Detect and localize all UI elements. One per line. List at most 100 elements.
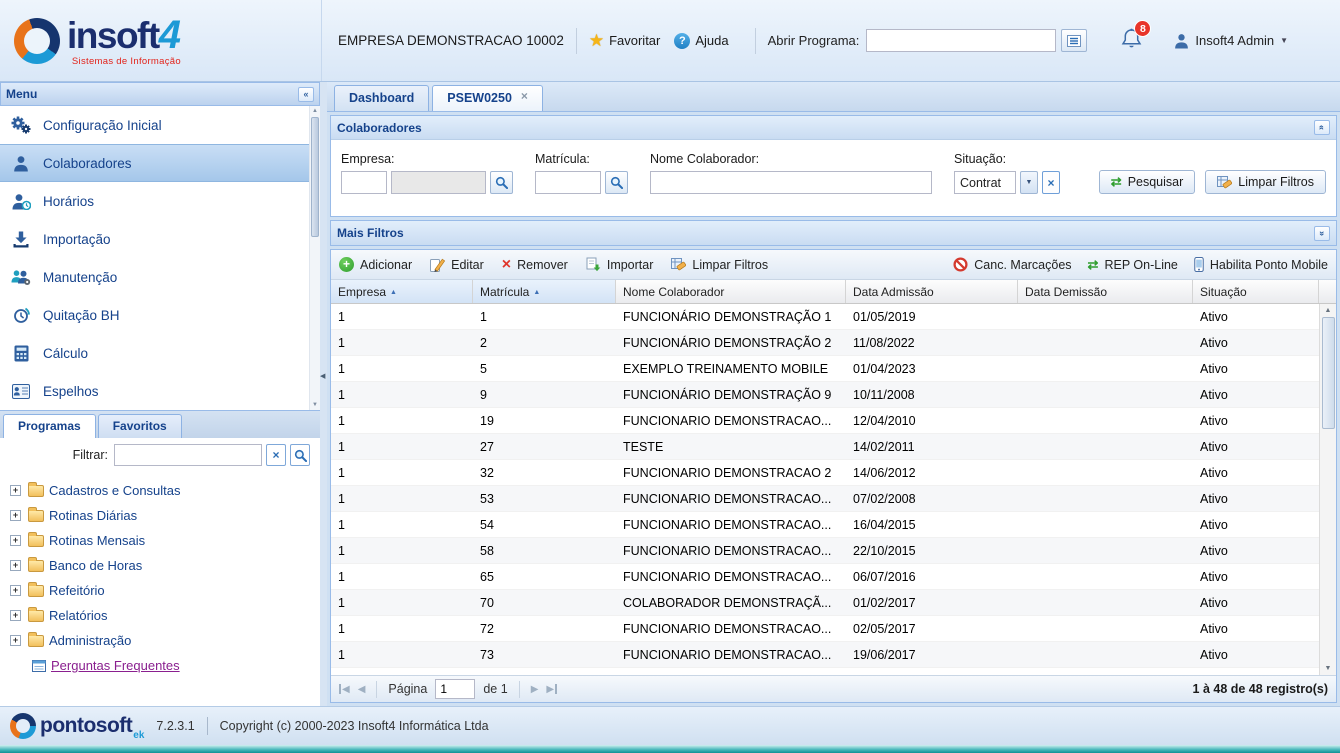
cell-situacao: Ativo	[1193, 460, 1319, 485]
scroll-down-icon[interactable]: ▼	[312, 402, 318, 408]
situacao-dropdown-button[interactable]: ▼	[1020, 171, 1038, 194]
help-button[interactable]: ? Ajuda	[674, 33, 728, 49]
situacao-combo-input[interactable]	[954, 171, 1016, 194]
id-card-icon	[10, 384, 32, 399]
matricula-lookup-button[interactable]	[605, 171, 628, 194]
expand-icon[interactable]: +	[10, 510, 21, 521]
table-row[interactable]: 1 72 FUNCIONARIO DEMONSTRACAO... 02/05/2…	[331, 616, 1319, 642]
expand-icon[interactable]: +	[10, 635, 21, 646]
sidebar-item-configuracao-inicial[interactable]: Configuração Inicial	[0, 106, 320, 144]
editar-button[interactable]: Editar	[430, 257, 484, 272]
column-header-situacao[interactable]: Situação	[1193, 280, 1319, 303]
table-row[interactable]: 1 58 FUNCIONARIO DEMONSTRACAO... 22/10/2…	[331, 538, 1319, 564]
scroll-up-icon[interactable]: ▲	[1325, 307, 1332, 314]
table-row[interactable]: 1 73 FUNCIONARIO DEMONSTRACAO... 19/06/2…	[331, 642, 1319, 668]
table-row[interactable]: 1 9 FUNCIONÁRIO DEMONSTRAÇÃO 9 10/11/200…	[331, 382, 1319, 408]
program-lookup-button[interactable]	[1061, 29, 1087, 52]
expand-icon[interactable]: +	[10, 535, 21, 546]
situacao-clear-button[interactable]: ×	[1042, 171, 1060, 194]
page-number-input[interactable]	[435, 679, 475, 699]
scrollbar-thumb[interactable]	[311, 117, 319, 237]
user-menu-button[interactable]: Insoft4 Admin ▼	[1174, 33, 1288, 49]
table-row[interactable]: 1 53 FUNCIONARIO DEMONSTRACAO... 07/02/2…	[331, 486, 1319, 512]
folder-icon	[28, 510, 44, 522]
grid-scrollbar[interactable]: ▲ ▼	[1319, 304, 1336, 675]
table-row[interactable]: 1 65 FUNCIONARIO DEMONSTRACAO... 06/07/2…	[331, 564, 1319, 590]
tree-item-perguntas-frequentes[interactable]: Perguntas Frequentes	[0, 653, 320, 678]
rep-online-button[interactable]: ⇄ REP On-Line	[1088, 257, 1178, 273]
sidebar-item-horarios[interactable]: Horários	[0, 182, 320, 220]
sidebar-item-manutencao[interactable]: Manutenção	[0, 258, 320, 296]
tree-item-rotinas-diarias[interactable]: + Rotinas Diárias	[0, 503, 320, 528]
column-header-matricula[interactable]: Matrícula ▲	[473, 280, 616, 303]
column-header-data-admissao[interactable]: Data Admissão	[846, 280, 1018, 303]
tree-item-label: Rotinas Diárias	[49, 508, 137, 523]
scroll-down-icon[interactable]: ▼	[1325, 665, 1332, 672]
expand-icon[interactable]: +	[10, 560, 21, 571]
expand-icon[interactable]: +	[10, 610, 21, 621]
adicionar-button[interactable]: + Adicionar	[339, 257, 412, 272]
scroll-up-icon[interactable]: ▲	[312, 108, 318, 114]
tree-item-banco-de-horas[interactable]: + Banco de Horas	[0, 553, 320, 578]
favorite-button[interactable]: ★ Favoritar	[589, 31, 661, 51]
tree-item-cadastros-e-consultas[interactable]: + Cadastros e Consultas	[0, 478, 320, 503]
program-filter-input[interactable]	[114, 444, 262, 466]
collapse-arrow-icon[interactable]: ◀	[320, 372, 325, 380]
table-row[interactable]: 1 2 FUNCIONÁRIO DEMONSTRAÇÃO 2 11/08/202…	[331, 330, 1319, 356]
empresa-lookup-button[interactable]	[490, 171, 513, 194]
clear-filter-button[interactable]: ×	[266, 444, 286, 466]
expand-icon[interactable]: +	[10, 485, 21, 496]
collapse-sidebar-button[interactable]: «	[298, 87, 314, 102]
table-row[interactable]: 1 1 FUNCIONÁRIO DEMONSTRAÇÃO 1 01/05/201…	[331, 304, 1319, 330]
tree-item-administracao[interactable]: + Administração	[0, 628, 320, 653]
sidebar-item-calculo[interactable]: Cálculo	[0, 334, 320, 372]
tab-programas[interactable]: Programas	[3, 414, 96, 438]
cell-data-demissao	[1018, 538, 1193, 563]
cancelar-marcacoes-button[interactable]: Canc. Marcações	[953, 257, 1071, 273]
table-row[interactable]: 1 27 TESTE 14/02/2011 Ativo	[331, 434, 1319, 460]
next-page-button[interactable]: ▶	[531, 684, 539, 695]
last-page-button[interactable]: ▶	[546, 684, 557, 695]
sidebar-item-quitacao-bh[interactable]: Quitação BH	[0, 296, 320, 334]
table-row[interactable]: 1 32 FUNCIONARIO DEMONSTRACAO 2 14/06/20…	[331, 460, 1319, 486]
remover-button[interactable]: × Remover	[502, 257, 568, 273]
column-header-empresa[interactable]: Empresa ▲	[331, 280, 473, 303]
close-tab-icon[interactable]: ×	[521, 89, 528, 103]
matricula-input[interactable]	[535, 171, 601, 194]
open-program-input[interactable]	[866, 29, 1056, 52]
table-row[interactable]: 1 70 COLABORADOR DEMONSTRAÇÃ... 01/02/20…	[331, 590, 1319, 616]
habilita-ponto-mobile-button[interactable]: Habilita Ponto Mobile	[1194, 257, 1328, 273]
importar-button[interactable]: Importar	[586, 257, 654, 272]
first-page-button[interactable]: ◀	[339, 684, 350, 695]
limpar-filtros-toolbar-button[interactable]: Limpar Filtros	[671, 257, 768, 272]
tab-dashboard[interactable]: Dashboard	[334, 85, 429, 111]
table-row[interactable]: 1 5 EXEMPLO TREINAMENTO MOBILE 01/04/202…	[331, 356, 1319, 382]
tab-favoritos[interactable]: Favoritos	[98, 414, 182, 438]
empresa-code-input[interactable]	[341, 171, 387, 194]
column-header-data-demissao[interactable]: Data Demissão	[1018, 280, 1193, 303]
tree-item-rotinas-mensais[interactable]: + Rotinas Mensais	[0, 528, 320, 553]
menu-scrollbar[interactable]: ▲ ▼	[309, 106, 320, 410]
column-header-nome-colaborador[interactable]: Nome Colaborador	[616, 280, 846, 303]
faq-link[interactable]: Perguntas Frequentes	[51, 658, 180, 673]
sidebar-splitter[interactable]: ◀	[320, 82, 327, 706]
pesquisar-button[interactable]: ⇄ Pesquisar	[1099, 170, 1196, 194]
nome-colaborador-input[interactable]	[650, 171, 932, 194]
tree-item-refeitorio[interactable]: + Refeitório	[0, 578, 320, 603]
collapse-panel-button[interactable]: «	[1314, 120, 1330, 135]
tab-psew0250[interactable]: PSEW0250 ×	[432, 85, 543, 111]
sidebar-item-importacao[interactable]: Importação	[0, 220, 320, 258]
expand-icon[interactable]: +	[10, 585, 21, 596]
search-filter-button[interactable]	[290, 444, 310, 466]
tree-item-relatorios[interactable]: + Relatórios	[0, 603, 320, 628]
sidebar-item-espelhos[interactable]: Espelhos	[0, 372, 320, 410]
notifications-button[interactable]: 8	[1121, 28, 1142, 53]
limpar-filtros-button[interactable]: Limpar Filtros	[1205, 170, 1326, 194]
table-row[interactable]: 1 54 FUNCIONARIO DEMONSTRACAO... 16/04/2…	[331, 512, 1319, 538]
previous-page-button[interactable]: ◀	[358, 684, 366, 695]
cell-data-demissao	[1018, 616, 1193, 641]
table-row[interactable]: 1 19 FUNCIONARIO DEMONSTRACAO... 12/04/2…	[331, 408, 1319, 434]
expand-panel-button[interactable]: «	[1314, 226, 1330, 241]
scrollbar-thumb[interactable]	[1322, 317, 1335, 429]
sidebar-item-colaboradores[interactable]: Colaboradores	[0, 144, 320, 182]
